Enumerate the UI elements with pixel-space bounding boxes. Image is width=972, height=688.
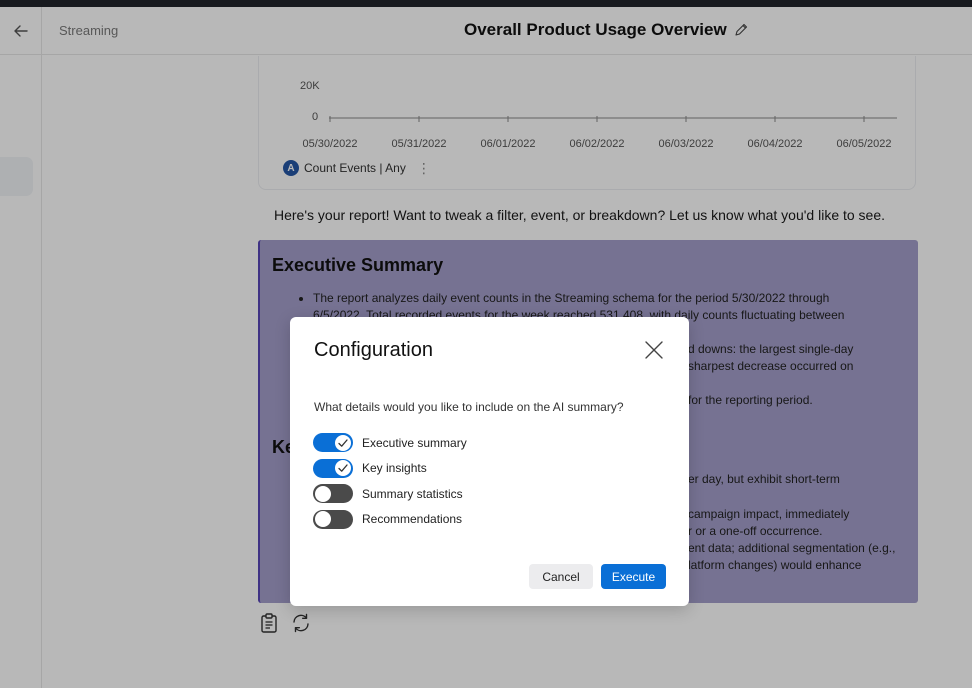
toggle-recommendations[interactable] bbox=[313, 509, 353, 529]
toggle-knob bbox=[335, 434, 351, 451]
check-icon bbox=[338, 464, 348, 473]
toggle-executive-summary[interactable] bbox=[313, 433, 353, 453]
toggle-knob bbox=[335, 460, 351, 477]
toggle-knob bbox=[315, 511, 331, 528]
option-key-insights: Key insights bbox=[313, 456, 467, 482]
option-label: Summary statistics bbox=[362, 486, 463, 501]
toggle-key-insights[interactable] bbox=[313, 458, 353, 478]
configuration-dialog: Configuration What details would you lik… bbox=[290, 317, 689, 606]
toggle-knob bbox=[315, 485, 331, 502]
dialog-title: Configuration bbox=[314, 339, 433, 361]
option-label: Executive summary bbox=[362, 435, 467, 450]
options-list: Executive summary Key insights Summary s… bbox=[313, 430, 467, 532]
dialog-question: What details would you like to include o… bbox=[314, 400, 624, 414]
check-icon bbox=[338, 439, 348, 447]
option-label: Recommendations bbox=[362, 512, 463, 527]
execute-button[interactable]: Execute bbox=[601, 564, 666, 589]
toggle-summary-statistics[interactable] bbox=[313, 484, 353, 504]
cancel-button[interactable]: Cancel bbox=[529, 564, 593, 589]
option-recommendations: Recommendations bbox=[313, 507, 467, 533]
option-label: Key insights bbox=[362, 461, 427, 476]
option-executive-summary: Executive summary bbox=[313, 430, 467, 456]
option-summary-statistics: Summary statistics bbox=[313, 481, 467, 507]
close-icon[interactable] bbox=[643, 339, 665, 361]
